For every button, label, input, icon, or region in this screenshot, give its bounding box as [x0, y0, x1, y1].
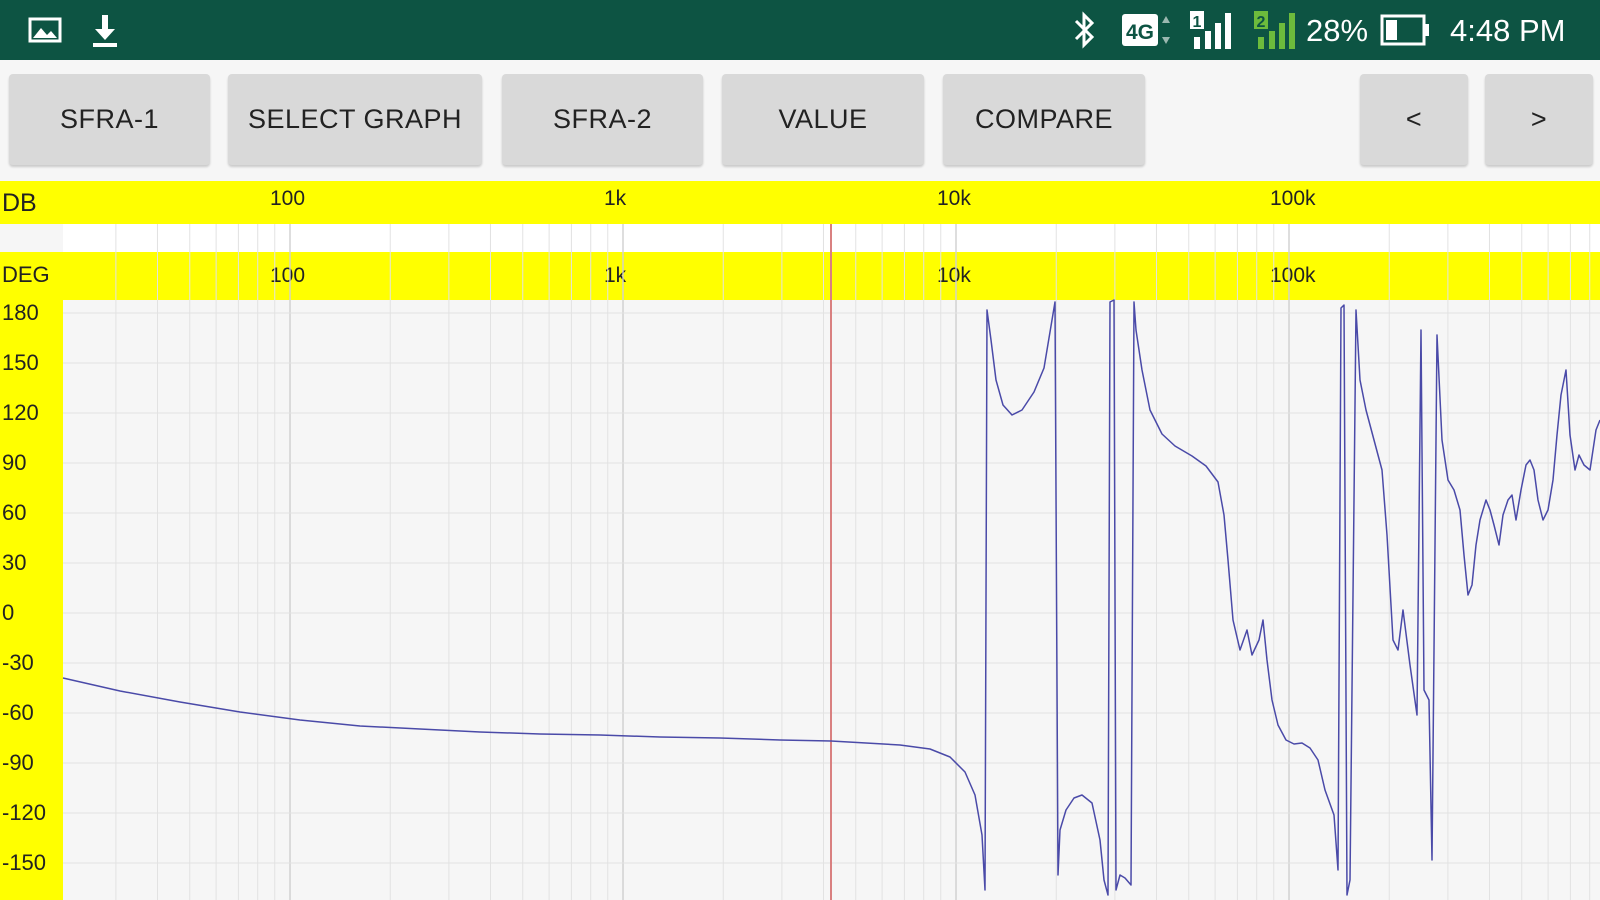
phase-plot[interactable] [0, 0, 1600, 900]
